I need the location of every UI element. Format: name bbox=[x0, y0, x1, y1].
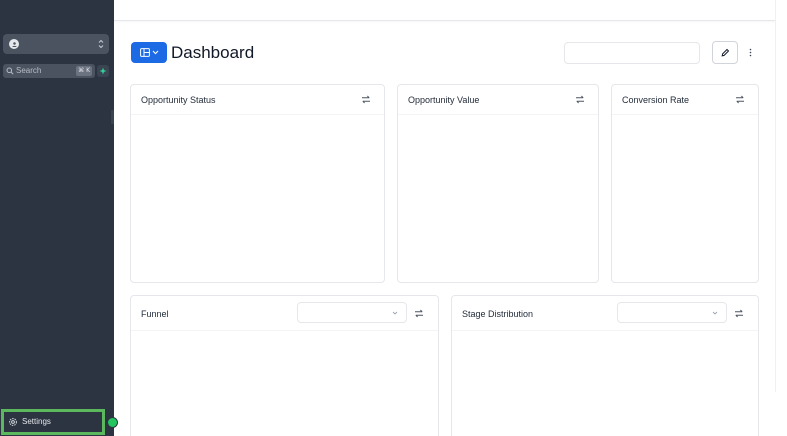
swap-icon[interactable] bbox=[575, 95, 585, 104]
swap-icon[interactable] bbox=[361, 95, 371, 104]
opportunity-value-card: Opportunity Value bbox=[397, 84, 599, 283]
card-header: Opportunity Status bbox=[131, 85, 384, 115]
workspace-switcher[interactable] bbox=[3, 34, 109, 54]
chevron-down-icon bbox=[392, 311, 398, 315]
card-header: Funnel bbox=[131, 296, 438, 331]
card-header: Conversion Rate bbox=[612, 85, 758, 115]
card-title: Opportunity Status bbox=[141, 95, 216, 105]
search-shortcut-badge: ⌘ K bbox=[76, 66, 92, 76]
layout-icon bbox=[139, 48, 150, 57]
opportunity-status-card: Opportunity Status bbox=[130, 84, 385, 283]
app-root: Search ⌘ K Settings Dashboard Opportunit… bbox=[0, 0, 787, 436]
chevron-down-icon bbox=[712, 311, 718, 315]
scroll-edge bbox=[775, 0, 787, 392]
card-title: Stage Distribution bbox=[462, 309, 534, 319]
more-options-button[interactable] bbox=[744, 45, 756, 59]
ai-assistant-button[interactable] bbox=[97, 65, 109, 77]
workspace-avatar-icon bbox=[9, 39, 19, 49]
stage-distribution-select[interactable] bbox=[617, 302, 727, 323]
chevron-up-down-icon bbox=[98, 39, 104, 49]
stage-distribution-card: Stage Distribution bbox=[451, 295, 759, 436]
card-title: Funnel bbox=[141, 309, 169, 319]
funnel-select[interactable] bbox=[297, 302, 407, 323]
search-icon bbox=[6, 67, 14, 75]
pencil-icon bbox=[721, 48, 729, 57]
chevron-down-icon bbox=[152, 50, 158, 55]
sidebar-item-settings[interactable]: Settings bbox=[1, 409, 105, 435]
swap-icon[interactable] bbox=[734, 309, 744, 318]
conversion-rate-card: Conversion Rate bbox=[611, 84, 759, 283]
sparkle-icon bbox=[99, 67, 107, 75]
card-header: Opportunity Value bbox=[398, 85, 598, 115]
card-title: Opportunity Value bbox=[408, 95, 480, 105]
sidebar: Search ⌘ K Settings bbox=[0, 0, 114, 436]
swap-icon[interactable] bbox=[414, 309, 424, 318]
top-bar bbox=[114, 0, 775, 21]
search-label: Search bbox=[16, 66, 42, 75]
card-title: Conversion Rate bbox=[622, 95, 690, 105]
sidebar-search[interactable]: Search ⌘ K bbox=[3, 64, 95, 78]
date-filter-input[interactable] bbox=[564, 42, 700, 64]
more-vertical-icon bbox=[749, 48, 751, 56]
card-header: Stage Distribution bbox=[452, 296, 758, 331]
funnel-card: Funnel bbox=[130, 295, 439, 436]
sidebar-resize-handle[interactable] bbox=[111, 110, 114, 124]
view-switcher-button[interactable] bbox=[131, 42, 167, 63]
swap-icon[interactable] bbox=[735, 95, 745, 104]
status-dot bbox=[107, 417, 118, 428]
edit-dashboard-button[interactable] bbox=[712, 41, 738, 64]
gear-icon bbox=[9, 418, 17, 426]
page-title: Dashboard bbox=[171, 43, 255, 62]
sidebar-item-label: Settings bbox=[22, 417, 51, 426]
